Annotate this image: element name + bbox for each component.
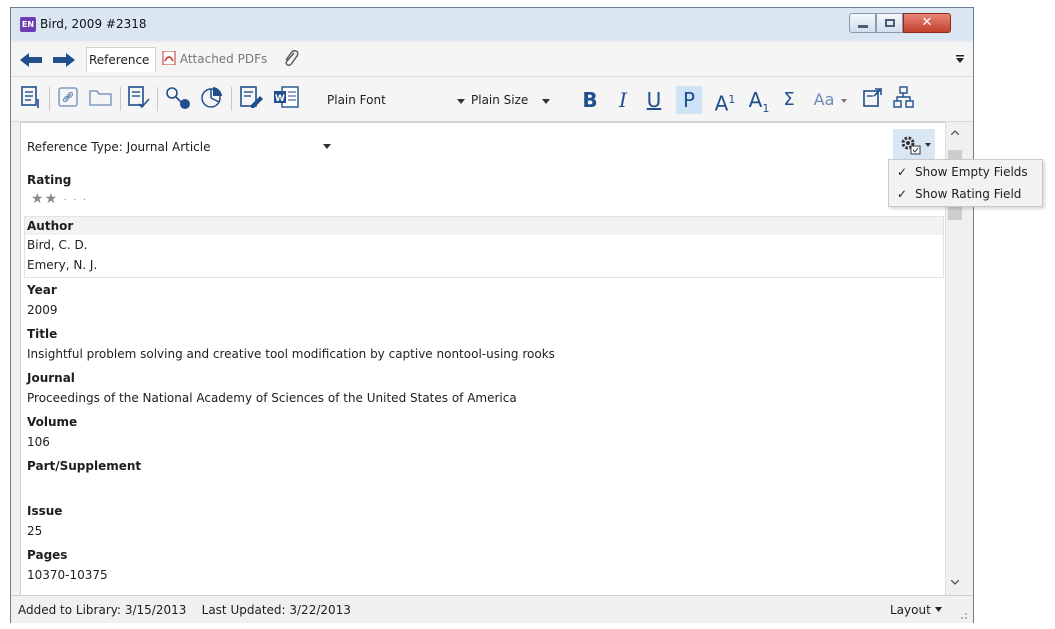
folder-icon[interactable] xyxy=(88,85,114,113)
italic-button[interactable]: I xyxy=(615,86,631,114)
find-text-icon[interactable] xyxy=(164,85,192,113)
subscript-label: A xyxy=(748,88,763,112)
chevron-down-icon xyxy=(925,143,931,147)
star-empty-icon[interactable]: · xyxy=(83,195,87,206)
close-button[interactable]: ✕ xyxy=(903,13,951,33)
field-value-journal[interactable]: Proceedings of the National Academy of S… xyxy=(27,391,517,405)
star-empty-icon[interactable]: · xyxy=(64,195,68,206)
field-options-menu: ✓ Show Empty Fields ✓ Show Rating Field xyxy=(888,159,1043,207)
paperclip-icon[interactable] xyxy=(282,49,300,69)
window-title: Bird, 2009 #2318 xyxy=(40,17,147,31)
library-dates-status: Added to Library: 3/15/2013 Last Updated… xyxy=(18,603,351,617)
url-link-icon[interactable] xyxy=(57,85,81,113)
checkmark-icon: ✓ xyxy=(897,187,908,201)
layout-dropdown[interactable]: Layout xyxy=(890,603,942,617)
gear-icon xyxy=(901,136,921,155)
toolbar-separator xyxy=(231,87,232,111)
menu-item-show-empty-fields[interactable]: ✓ Show Empty Fields xyxy=(889,161,1042,183)
toolbar-overflow-icon[interactable] xyxy=(955,55,965,63)
field-label-journal: Journal xyxy=(27,371,75,385)
author-field-block xyxy=(24,216,944,278)
rating-label: Rating xyxy=(27,173,72,187)
open-in-new-window-icon[interactable] xyxy=(861,85,885,113)
bold-button[interactable]: B xyxy=(581,86,599,114)
font-size-dropdown[interactable]: Plain Size xyxy=(471,90,528,110)
toolbar-separator xyxy=(120,87,121,111)
underline-button[interactable]: U xyxy=(645,86,663,114)
field-value-title[interactable]: Insightful problem solving and creative … xyxy=(27,347,555,361)
subscript-mark: 1 xyxy=(762,102,770,115)
field-label-part-supplement: Part/Supplement xyxy=(27,459,142,473)
resize-grip-icon[interactable] xyxy=(958,610,968,620)
chevron-down-icon[interactable] xyxy=(457,99,465,104)
subscript-button[interactable]: A1 xyxy=(745,86,773,115)
svg-text:W: W xyxy=(275,94,285,104)
maximize-icon xyxy=(885,19,895,27)
field-value-author-1[interactable]: Bird, C. D. xyxy=(27,238,88,252)
field-options-button[interactable] xyxy=(893,129,935,161)
field-value-issue[interactable]: 25 xyxy=(27,524,42,538)
field-label-author: Author xyxy=(27,219,74,233)
superscript-mark: 1 xyxy=(728,93,736,106)
forward-arrow-icon[interactable] xyxy=(53,53,75,67)
tab-reference[interactable]: Reference xyxy=(86,47,156,72)
word-document-icon[interactable]: W xyxy=(273,85,301,113)
field-value-pages[interactable]: 10370-10375 xyxy=(27,568,108,582)
endnote-app-icon: EN xyxy=(20,17,36,32)
insert-citation-check-icon[interactable] xyxy=(127,85,151,113)
reference-type-dropdown[interactable]: Reference Type: Journal Article xyxy=(27,140,210,154)
chevron-down-icon xyxy=(934,607,942,612)
title-bar: EN Bird, 2009 #2318 ✕ xyxy=(11,8,973,41)
chevron-down-icon[interactable] xyxy=(841,99,847,103)
field-label-title: Title xyxy=(27,327,58,341)
star-icon[interactable]: ★ xyxy=(31,191,45,207)
minimize-button[interactable] xyxy=(849,13,876,33)
star-empty-icon[interactable]: · xyxy=(73,195,77,206)
field-label-volume: Volume xyxy=(27,415,78,429)
change-case-button[interactable]: Aa xyxy=(811,86,837,114)
tab-attached-pdfs-label: Attached PDFs xyxy=(179,52,268,66)
back-arrow-icon[interactable] xyxy=(20,53,42,67)
scroll-up-icon[interactable] xyxy=(951,130,959,135)
author-field-editor[interactable] xyxy=(25,235,943,277)
symbol-button[interactable]: Σ xyxy=(779,86,799,114)
layout-label: Layout xyxy=(890,603,931,617)
maximize-button[interactable] xyxy=(876,13,903,33)
plain-text-button[interactable]: P xyxy=(676,86,702,114)
field-value-year[interactable]: 2009 xyxy=(27,303,58,317)
superscript-button[interactable]: A1 xyxy=(711,86,739,116)
chevron-down-icon[interactable] xyxy=(323,144,331,149)
field-label-issue: Issue xyxy=(27,504,63,518)
status-bar: Added to Library: 3/15/2013 Last Updated… xyxy=(11,595,973,623)
formatting-toolbar: W Plain Font Plain Size B I U P A1 A1 Σ … xyxy=(11,77,973,122)
scroll-down-icon[interactable] xyxy=(951,580,959,585)
menu-item-label: Show Rating Field xyxy=(915,187,1022,201)
star-icon[interactable]: ★ xyxy=(45,191,59,207)
tab-attached-pdfs[interactable]: Attached PDFs xyxy=(162,47,267,71)
tab-row: Reference Attached PDFs xyxy=(11,43,973,77)
toolbar-separator xyxy=(49,87,50,111)
insert-citation-icon[interactable] xyxy=(20,85,42,113)
superscript-label: A xyxy=(714,91,729,116)
rating-stars[interactable]: ★★ · · · xyxy=(31,191,87,207)
reference-window: EN Bird, 2009 #2318 ✕ Reference Attached… xyxy=(10,7,974,623)
field-label-year: Year xyxy=(27,283,57,297)
reference-panel: Reference Type: Journal Article Rating ★… xyxy=(20,122,946,596)
edit-note-icon[interactable] xyxy=(239,85,265,113)
chevron-down-icon[interactable] xyxy=(542,99,550,104)
font-name-dropdown[interactable]: Plain Font xyxy=(327,90,386,110)
field-label-pages: Pages xyxy=(27,548,68,562)
menu-item-show-rating-field[interactable]: ✓ Show Rating Field xyxy=(889,183,1042,205)
hierarchy-icon[interactable] xyxy=(892,85,916,113)
minimize-icon xyxy=(858,25,868,28)
field-value-author-2[interactable]: Emery, N. J. xyxy=(27,258,97,272)
field-value-volume[interactable]: 106 xyxy=(27,435,50,449)
field-value-part-supplement[interactable] xyxy=(27,479,627,495)
checkmark-icon: ✓ xyxy=(897,165,908,179)
pie-chart-icon[interactable] xyxy=(199,85,225,113)
menu-item-label: Show Empty Fields xyxy=(915,165,1028,179)
pdf-icon xyxy=(162,50,176,66)
toolbar-separator xyxy=(157,87,158,111)
